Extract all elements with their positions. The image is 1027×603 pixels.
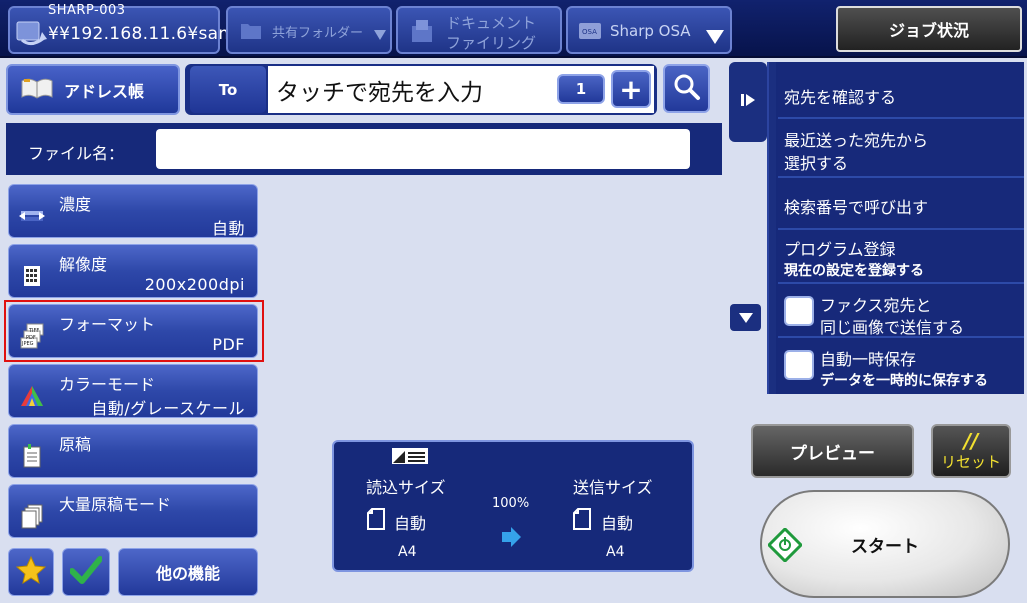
- stacked-documents-icon: [19, 503, 45, 529]
- osa-icon: OSA: [578, 22, 602, 44]
- recent-destination-label-1: 最近送った宛先から: [784, 131, 929, 150]
- server-name: SHARP-003: [48, 3, 126, 18]
- filename-input[interactable]: [156, 129, 690, 169]
- fax-same-image-item[interactable]: ファクス宛先と 同じ画像で送信する: [778, 284, 1024, 338]
- svg-text:OSA: OSA: [582, 28, 597, 36]
- start-icon: [766, 526, 804, 567]
- ratio-value: 100%: [492, 496, 530, 511]
- network-folder-icon: [14, 14, 48, 52]
- filename-label: ファイル名：: [28, 144, 125, 163]
- format-key[interactable]: TIFF PDF JPEG フォーマット PDF: [8, 304, 258, 358]
- panel-toggle-button[interactable]: [729, 62, 767, 142]
- auto-save-sublabel: データを一時的に保存する: [820, 373, 988, 389]
- tab-document-filing-label-1: ドキュメント: [446, 14, 537, 32]
- document-filing-icon: [410, 18, 434, 48]
- star-icon: [15, 555, 47, 589]
- job-status-button[interactable]: ジョブ状況: [836, 6, 1022, 52]
- format-label: フォーマット: [59, 315, 156, 334]
- original-document-icon: [19, 443, 45, 469]
- document-feeder-icon: [391, 447, 429, 469]
- color-mode-icon: [19, 383, 45, 409]
- chevron-down-icon: [706, 30, 724, 48]
- start-label: スタート: [851, 536, 919, 557]
- start-button[interactable]: スタート: [760, 490, 1010, 598]
- page-icon: [573, 508, 591, 534]
- exposure-icon: [19, 203, 45, 229]
- folder-icon: [240, 20, 262, 44]
- send-size-value: 自動: [601, 514, 634, 533]
- resolution-label: 解像度: [59, 255, 108, 274]
- fax-same-image-label-1: ファクス宛先と: [820, 296, 932, 315]
- reset-label: リセット: [940, 452, 1001, 471]
- add-destination-button[interactable]: +: [611, 70, 651, 108]
- color-mode-label: カラーモード: [59, 375, 156, 394]
- address-book-label: アドレス帳: [64, 81, 145, 101]
- resolution-key[interactable]: 解像度 200x200dpi: [8, 244, 258, 298]
- tab-shared-folder[interactable]: 共有フォルダー: [226, 6, 392, 54]
- to-button[interactable]: To: [190, 66, 266, 113]
- page-icon: [367, 508, 385, 534]
- tab-shared-folder-label: 共有フォルダー: [272, 26, 364, 41]
- original-key[interactable]: 原稿: [8, 424, 258, 478]
- search-number-label: 検索番号で呼び出す: [784, 198, 929, 217]
- exposure-label: 濃度: [59, 195, 92, 214]
- job-build-key[interactable]: 大量原稿モード: [8, 484, 258, 538]
- file-format-icon: TIFF PDF JPEG: [19, 323, 45, 349]
- tab-sharp-osa-label: Sharp OSA: [610, 22, 691, 40]
- arrow-right-icon: [500, 526, 522, 552]
- svg-text:JPEG: JPEG: [21, 341, 34, 347]
- program-register-item[interactable]: プログラム登録 現在の設定を登録する: [778, 230, 1024, 284]
- search-number-item[interactable]: 検索番号で呼び出す: [778, 178, 1024, 230]
- send-size-label: 送信サイズ: [573, 478, 653, 497]
- check-button[interactable]: [62, 548, 110, 596]
- fax-same-image-label-2: 同じ画像で送信する: [820, 318, 965, 337]
- svg-text:TIFF: TIFF: [28, 328, 39, 334]
- search-icon: [673, 73, 701, 105]
- scroll-down-button[interactable]: [730, 304, 761, 331]
- resolution-icon: [19, 263, 45, 289]
- favorites-button[interactable]: [8, 548, 54, 596]
- original-label: 原稿: [59, 435, 92, 454]
- job-build-label: 大量原稿モード: [59, 495, 172, 514]
- color-mode-key[interactable]: カラーモード 自動/グレースケール: [8, 364, 258, 418]
- scan-size-label: 読込サイズ: [366, 478, 446, 497]
- tab-document-filing[interactable]: ドキュメント ファイリング: [396, 6, 562, 54]
- tab-sharp-osa[interactable]: OSA Sharp OSA: [566, 6, 732, 54]
- search-button[interactable]: [663, 64, 710, 113]
- chevron-down-icon: [374, 28, 386, 44]
- resolution-value: 200x200dpi: [144, 275, 245, 294]
- chevron-down-icon: [738, 308, 753, 327]
- other-functions-button[interactable]: 他の機能: [118, 548, 258, 596]
- auto-save-checkbox[interactable]: [784, 350, 814, 380]
- destination-count: 1: [557, 74, 605, 104]
- confirm-destination-label: 宛先を確認する: [784, 88, 897, 107]
- send-paper-size: A4: [606, 544, 625, 560]
- exposure-key[interactable]: 濃度 自動: [8, 184, 258, 238]
- fax-same-image-checkbox[interactable]: [784, 296, 814, 326]
- exposure-value: 自動: [211, 219, 245, 238]
- auto-save-label: 自動一時保存: [820, 350, 917, 369]
- scan-size-value: 自動: [394, 514, 427, 533]
- scan-paper-size: A4: [398, 544, 417, 560]
- preview-button[interactable]: プレビュー: [751, 424, 914, 478]
- recent-destination-label-2: 選択する: [784, 154, 849, 173]
- auto-save-item[interactable]: 自動一時保存 データを一時的に保存する: [778, 338, 1024, 394]
- program-register-label: プログラム登録: [784, 240, 896, 259]
- address-book-icon: [20, 77, 54, 103]
- program-register-sublabel: 現在の設定を登録する: [784, 263, 924, 279]
- format-value: PDF: [212, 335, 245, 354]
- tab-document-filing-label-2: ファイリング: [446, 34, 537, 52]
- address-book-button[interactable]: アドレス帳: [6, 64, 180, 115]
- recent-destination-item[interactable]: 最近送った宛先から 選択する: [778, 119, 1024, 178]
- confirm-destination-item[interactable]: 宛先を確認する: [778, 64, 1024, 119]
- reset-button[interactable]: // リセット: [931, 424, 1011, 478]
- checkmark-icon: [69, 555, 103, 589]
- reset-icon: //: [963, 428, 979, 453]
- panel-expand-icon: [740, 92, 756, 112]
- color-mode-value: 自動/グレースケール: [91, 399, 245, 418]
